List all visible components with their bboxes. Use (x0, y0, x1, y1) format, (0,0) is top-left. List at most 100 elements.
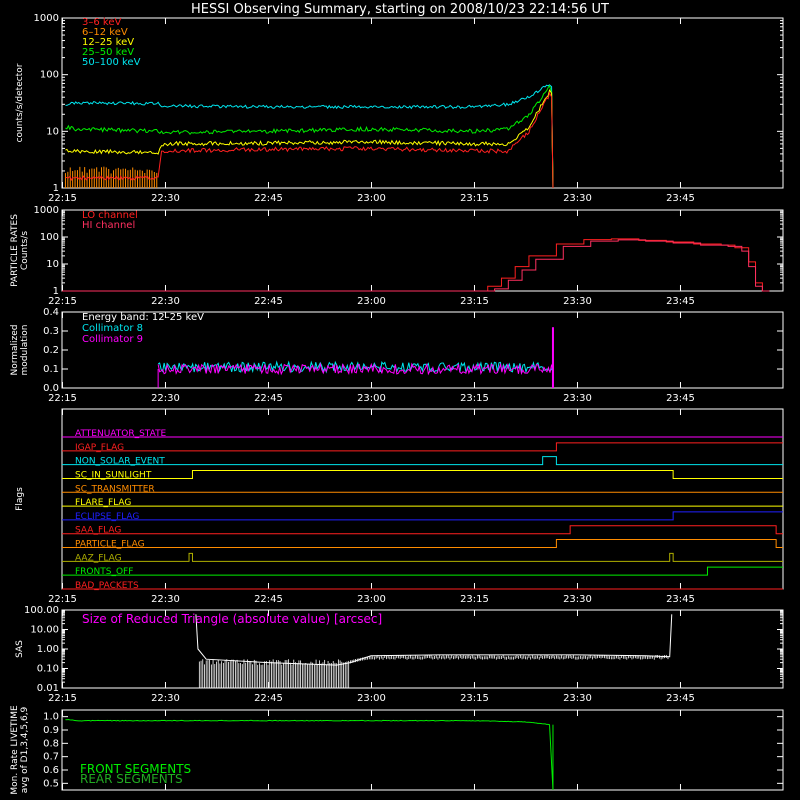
x-tick-label: 23:15 (460, 193, 489, 204)
y-tick-label: 10.00 (30, 625, 59, 636)
x-tick-label: 23:30 (563, 393, 592, 404)
x-tick-label: 23:45 (666, 594, 695, 605)
series-line-green (65, 86, 553, 188)
y-tick-label: 0.9 (43, 725, 59, 736)
x-tick-label: 23:00 (357, 296, 386, 307)
x-tick-label: 22:15 (48, 296, 77, 307)
x-tick-label: 22:15 (48, 594, 77, 605)
flag-line (62, 470, 783, 478)
legend-entry: 50–100 keV (82, 57, 141, 68)
y-tick-label: 1000 (34, 205, 59, 216)
x-tick-label: 23:00 (357, 693, 386, 704)
x-tick-label: 23:30 (563, 296, 592, 307)
y-tick-label: 0.3 (43, 326, 59, 337)
x-tick-label: 23:45 (666, 296, 695, 307)
y-tick-label: 0.10 (37, 664, 59, 675)
x-tick-label: 23:00 (357, 594, 386, 605)
series-line-red (65, 93, 553, 188)
x-tick-label: 22:30 (151, 594, 180, 605)
y-tick-label: 0.4 (43, 307, 59, 318)
chart-title: HESSI Observing Summary, starting on 200… (191, 2, 609, 17)
panel-livetime: Mon. Rate LIVETIME avg of D1,3,4,5,6,9 0.5… (10, 705, 783, 795)
series-line-red (62, 239, 769, 291)
legend-entry: Collimator 8 (82, 323, 143, 334)
flag-line (62, 526, 783, 534)
y-tick-label: 0.8 (43, 738, 59, 749)
y-tick-label: 0.6 (43, 765, 59, 776)
series-line-yellow (65, 90, 553, 188)
y-axis-label: modulation (20, 325, 30, 376)
y-axis-label: Mon. Rate LIVETIME (10, 705, 20, 795)
flag-line (62, 553, 783, 561)
x-tick-label: 22:15 (48, 393, 77, 404)
x-tick-label: 23:15 (460, 594, 489, 605)
hessi-summary-chart: HESSI Observing Summary, starting on 200… (0, 0, 800, 800)
y-tick-label: 0.1 (43, 364, 59, 375)
x-tick-label: 22:30 (151, 693, 180, 704)
y-axis-label: counts/s/detector (15, 63, 25, 142)
x-tick-label: 22:30 (151, 296, 180, 307)
x-tick-label: 23:45 (666, 693, 695, 704)
y-tick-label: 100.00 (24, 605, 59, 616)
panel-particle-rates: 22:15 22:30 22:45 23:00 23:15 23:30 23:45 PARTI… (10, 205, 783, 307)
panel-count-rates: 22:15 22:30 22:45 23:00 23:15 23:30 23:45 count… (15, 13, 783, 204)
x-tick-label: 22:45 (254, 594, 283, 605)
y-tick-label: 0.5 (43, 778, 59, 789)
y-tick-label: 1000 (34, 13, 59, 24)
y-axis-label: Normalized (10, 324, 20, 375)
panel-frame (62, 210, 783, 291)
y-tick-label: 100 (40, 232, 59, 243)
y-tick-label: 0.2 (43, 345, 59, 356)
x-tick-label: 22:45 (254, 193, 283, 204)
flag-line (62, 512, 783, 520)
x-tick-label: 22:30 (151, 393, 180, 404)
flag-line (62, 457, 783, 465)
x-tick-label: 22:45 (254, 296, 283, 307)
panel-flags: 22:15 22:30 22:45 23:00 23:15 23:30 23:45 Flags… (15, 409, 783, 605)
x-tick-label: 23:30 (563, 693, 592, 704)
x-tick-label: 23:15 (460, 693, 489, 704)
y-tick-label: 0.7 (43, 752, 59, 763)
flag-line (62, 540, 783, 548)
y-tick-label: 100 (40, 70, 59, 81)
series-line-cyan (65, 85, 553, 188)
y-tick-label: 1 (53, 286, 59, 297)
x-tick-label: 22:15 (48, 193, 77, 204)
panel-modulation: 22:15 22:30 22:45 23:00 23:15 23:30 23:45 Norma… (10, 307, 783, 404)
panel-frame (62, 409, 783, 589)
y-axis-label: Counts/s (20, 231, 30, 270)
x-tick-label: 22:45 (254, 393, 283, 404)
y-axis-label: Flags (15, 487, 25, 511)
legend-entry: HI channel (82, 220, 135, 231)
x-tick-label: 22:15 (48, 693, 77, 704)
y-axis-label: avg of D1,3,4,5,6,9 (20, 706, 30, 793)
x-tick-label: 23:45 (666, 393, 695, 404)
x-tick-label: 22:45 (254, 693, 283, 704)
panel-frame (62, 18, 783, 188)
y-axis-label: SAS (15, 640, 25, 658)
flag-line (62, 567, 783, 575)
sas-annotation: Size of Reduced Triangle (absolute value… (82, 612, 382, 626)
series-line-pink (62, 240, 769, 291)
y-tick-label: 1 (53, 183, 59, 194)
legend-entry: REAR SEGMENTS (80, 772, 183, 786)
x-tick-label: 22:30 (151, 193, 180, 204)
x-tick-label: 23:15 (460, 393, 489, 404)
legend-header: Energy band: 12–25 keV (82, 312, 204, 323)
y-tick-label: 10 (46, 126, 59, 137)
y-axis-label: PARTICLE RATES (10, 214, 20, 287)
x-tick-label: 23:30 (563, 594, 592, 605)
y-tick-label: 1.0 (43, 712, 59, 723)
panel-frame (62, 312, 783, 388)
legend-entry: Collimator 9 (82, 334, 143, 345)
x-tick-label: 23:00 (357, 193, 386, 204)
y-tick-label: 10 (46, 259, 59, 270)
x-tick-label: 23:45 (666, 193, 695, 204)
y-tick-label: 1.00 (37, 644, 59, 655)
x-tick-label: 23:30 (563, 193, 592, 204)
flag-line (62, 443, 783, 451)
panel-sas: 22:15 22:30 22:45 23:00 23:15 23:30 23:45 SAS 0.… (15, 605, 783, 704)
x-tick-label: 23:00 (357, 393, 386, 404)
y-tick-label: 0.0 (43, 383, 59, 394)
x-tick-label: 23:15 (460, 296, 489, 307)
